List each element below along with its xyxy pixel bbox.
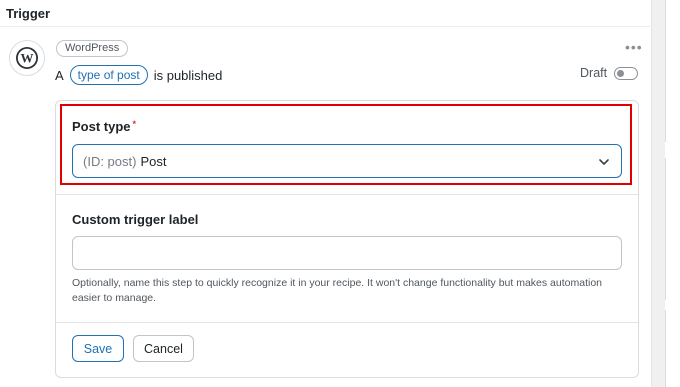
live-draft-toggle[interactable] [614,67,638,80]
section-title: Trigger [6,6,51,21]
post-type-value: Post [140,153,167,169]
status-label: Draft [580,66,608,80]
more-options-icon[interactable]: ••• [625,40,643,54]
post-type-id: (ID: post) [83,153,137,169]
type-of-post-token[interactable]: type of post [69,65,148,85]
post-type-label: Post type * [72,119,136,134]
custom-trigger-label-input[interactable] [72,236,622,270]
right-sidebar-edge [665,0,680,387]
title-divider [0,26,652,27]
actions-divider [56,322,638,323]
wordpress-logo-icon: W [9,40,45,76]
required-asterisk: * [132,119,137,129]
field-divider [56,194,638,195]
sidebar-card [665,0,680,142]
trigger-sentence: A type of post is published [55,65,222,85]
custom-trigger-label-label: Custom trigger label [72,212,199,227]
sentence-suffix: is published [153,67,223,83]
svg-text:W: W [21,51,34,66]
custom-label-help-text: Optionally, name this step to quickly re… [72,277,603,304]
integration-badge: WordPress [56,40,129,57]
sidebar-card [665,158,680,300]
cancel-button[interactable]: Cancel [133,335,194,362]
recipe-trigger-card: Trigger W WordPress ••• A type of post i… [0,0,652,387]
sidebar-card [665,310,680,387]
post-type-label-text: Post type [72,119,131,134]
toggle-knob [617,70,624,77]
save-button[interactable]: Save [72,335,124,362]
sentence-prefix: A [55,67,64,83]
chevron-down-icon [599,159,609,165]
post-type-select[interactable]: (ID: post) Post [72,144,622,178]
